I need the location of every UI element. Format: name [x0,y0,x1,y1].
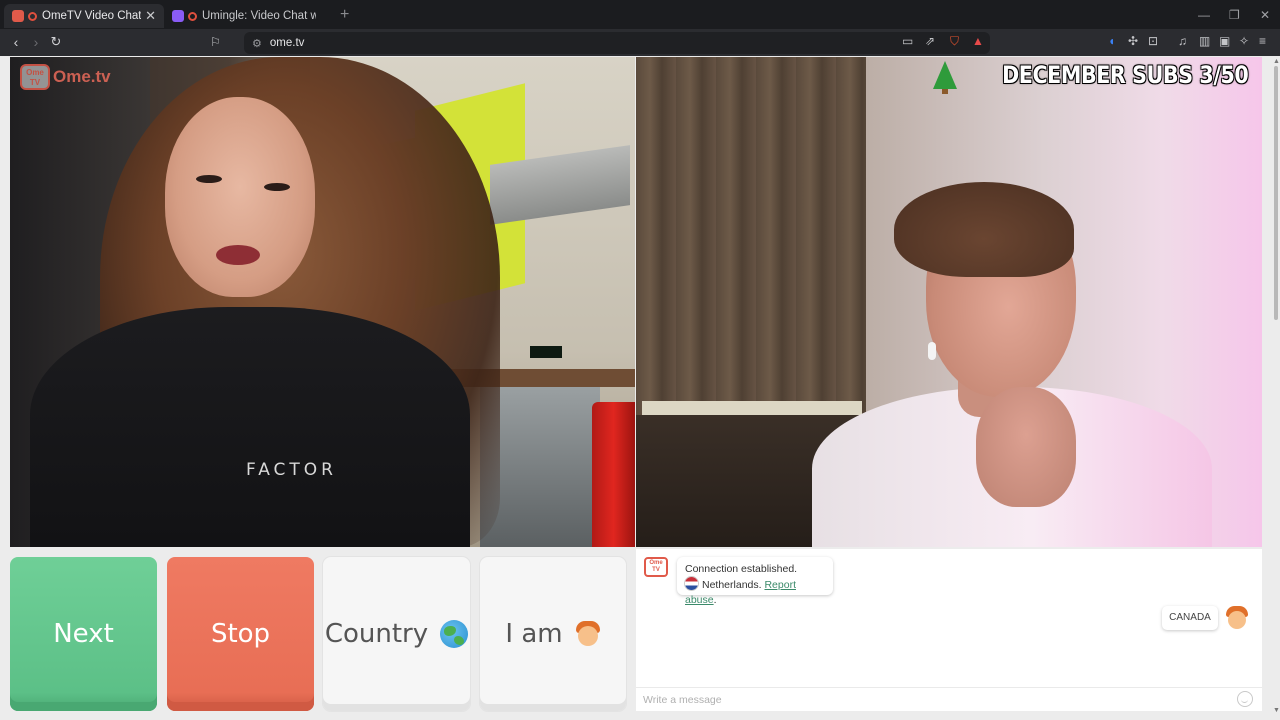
stop-button[interactable]: Stop [167,557,314,711]
country-button[interactable]: Country [323,557,470,711]
person-hand [976,387,1076,507]
tab-title: OmeTV Video Chat — Omegle [42,10,142,22]
next-button-label: Next [53,619,114,649]
christmas-tree-icon [932,61,957,94]
partner-country: Netherlands. [702,579,762,591]
person-eye [196,175,222,183]
ometv-logo-text: Ome.tv [53,67,111,86]
person-eye [264,183,290,191]
share-icon[interactable]: ⇗ [925,34,935,48]
person-hoodie [30,307,470,547]
ometv-chat-avatar-icon: Ome TV [644,557,668,577]
window-sill [642,401,862,415]
person-lips [216,245,260,265]
leo-ai-icon[interactable]: ✧ [1239,34,1249,48]
subs-banner-text: DECEMBER SUBS 3/50 [1001,61,1249,89]
tab-umingle[interactable]: Umingle: Video Chat with Strangers [164,4,324,28]
report-suffix: . [713,594,717,606]
gender-button-label: I am [505,619,563,649]
gender-button[interactable]: I am [480,557,626,711]
restore-icon[interactable]: ❐ [1229,0,1240,29]
tab-strip: OmeTV Video Chat — Omegle ✕ Umingle: Vid… [0,0,1280,29]
boy-avatar-icon [1226,605,1248,629]
divider [636,687,1262,688]
oven-clock-display [530,346,562,358]
self-video: DECEMBER SUBS 3/50 [636,57,1262,547]
ometv-logo-icon: Ome TV [20,64,50,90]
netherlands-flag-icon [685,577,698,590]
partner-country-line: Netherlands. Report abuse. [685,577,825,608]
close-tab-icon[interactable]: ✕ [145,8,156,24]
pip-icon[interactable]: ▭ [902,34,913,48]
earbud [928,342,936,360]
bookmark-icon[interactable]: ⚐ [210,35,221,49]
forward-arrow-icon[interactable]: › [26,34,46,50]
audio-playing-icon[interactable]: ◖ [1108,34,1115,48]
connection-status: Connection established. [685,563,798,575]
close-window-icon[interactable]: ✕ [1260,0,1270,29]
url-text: ome.tv [269,37,305,49]
ometv-favicon-icon [12,10,24,22]
scrollbar-thumb[interactable] [1274,66,1278,320]
person-hair [894,182,1074,277]
self-country-badge: CANADA [1162,606,1218,630]
browser-toolbar: ‹ › ↻ ⚐ ⚙ ome.tv ▭ ⇗ ⛉ ▲ ◖ ✣ ⊡ ♫ ▥ ▣ ✧ ≡ [0,29,1280,56]
hoodie-print: FACTOR [246,460,337,480]
screenshot-icon[interactable]: ⊡ [1148,34,1158,48]
subs-banner: DECEMBER SUBS 3/50 [932,61,1249,94]
extensions-icon[interactable]: ✣ [1128,34,1138,48]
emoji-icon[interactable] [1237,691,1253,707]
reload-icon[interactable]: ↻ [46,34,66,50]
recording-icon [188,11,197,21]
umingle-favicon-icon [172,10,184,22]
sidebar-icon[interactable]: ▥ [1199,34,1210,48]
boy-icon [575,620,601,648]
stop-button-label: Stop [210,619,271,649]
tab-ometv[interactable]: OmeTV Video Chat — Omegle ✕ [4,4,164,28]
country-button-label: Country [324,619,429,649]
curtain [636,57,866,417]
person-face [165,97,315,297]
rewards-icon[interactable]: ▲ [972,34,984,48]
soda-can [592,402,635,547]
next-button[interactable]: Next [10,557,157,711]
system-message: Connection established. Netherlands. Rep… [677,557,833,606]
globe-icon [440,620,469,648]
tab-title: Umingle: Video Chat with Strangers [202,10,316,22]
media-icon[interactable]: ♫ [1178,34,1187,48]
wallet-icon[interactable]: ▣ [1219,34,1230,48]
brave-shield-icon[interactable]: ⛉ [950,34,959,49]
menu-icon[interactable]: ≡ [1259,34,1266,48]
scroll-up-icon[interactable]: ▲ [1273,58,1280,65]
new-tab-plus-icon[interactable]: + [340,6,349,24]
scroll-down-icon[interactable]: ▼ [1273,707,1280,714]
back-arrow-icon[interactable]: ‹ [6,34,26,50]
message-input[interactable] [643,692,1223,708]
recording-icon [28,11,37,21]
address-bar[interactable]: ⚐ ⚙ ome.tv [210,32,990,54]
site-settings-icon[interactable]: ⚙ [252,37,262,50]
ometv-logo[interactable]: Ome TV Ome.tv [20,64,111,90]
minimize-icon[interactable]: — [1198,0,1210,29]
